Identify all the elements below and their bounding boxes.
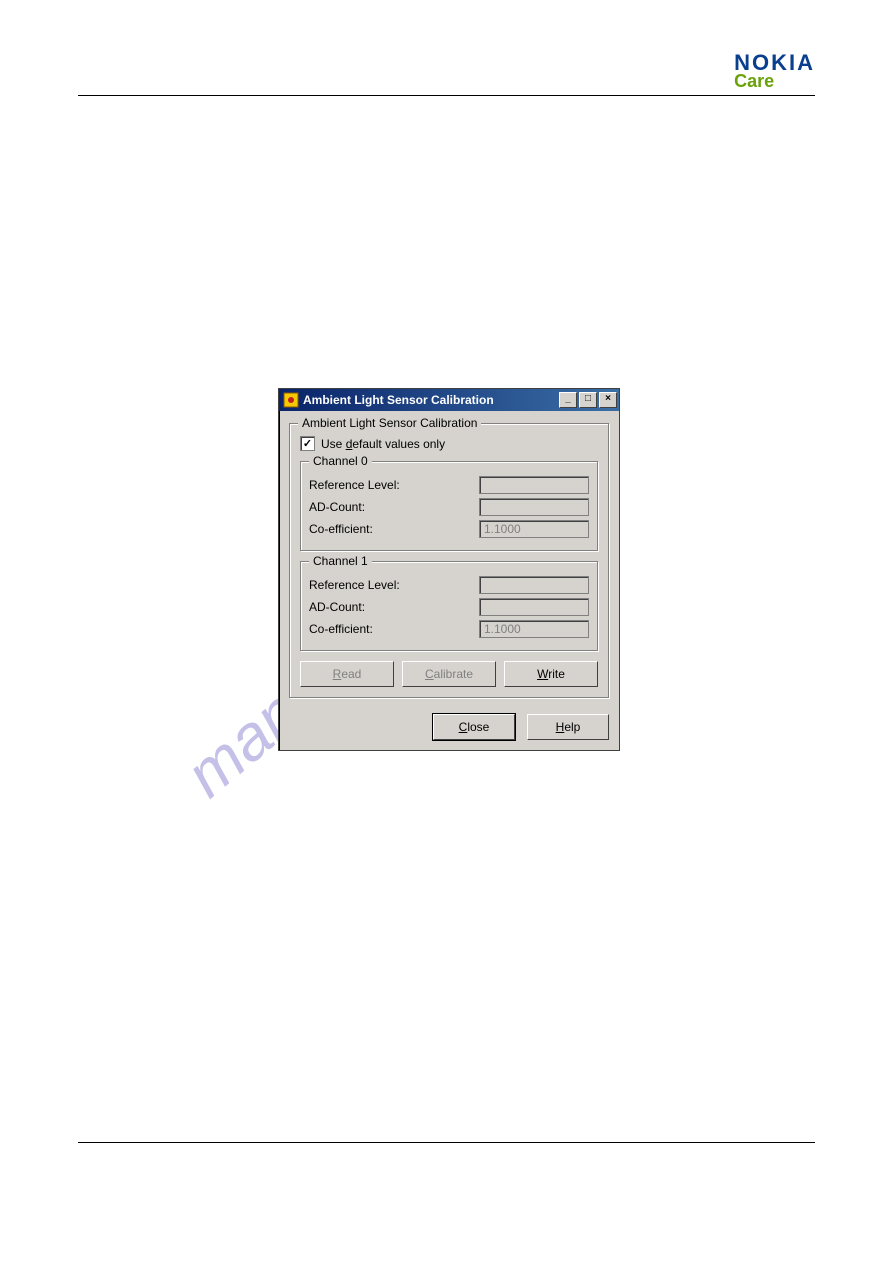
app-icon (283, 392, 299, 408)
close-button[interactable]: × (599, 392, 617, 408)
header-rule (78, 95, 815, 96)
dialog-window: Ambient Light Sensor Calibration _ □ × A… (278, 388, 620, 751)
title-bar[interactable]: Ambient Light Sensor Calibration _ □ × (279, 389, 619, 411)
close-dialog-button[interactable]: Close (433, 714, 515, 740)
ch1-reference-row: Reference Level: (309, 576, 589, 594)
channel-0-legend: Channel 0 (309, 454, 372, 468)
use-default-checkbox[interactable]: ✓ Use default values only (300, 436, 598, 451)
ch1-reference-label: Reference Level: (309, 578, 400, 592)
calibration-group: Ambient Light Sensor Calibration ✓ Use d… (289, 423, 609, 698)
minimize-button[interactable]: _ (559, 392, 577, 408)
brand-logo: NOKIA Care (734, 52, 815, 90)
write-button[interactable]: Write (504, 661, 598, 687)
calibrate-button[interactable]: Calibrate (402, 661, 496, 687)
ch0-adcount-label: AD-Count: (309, 500, 365, 514)
ch0-coefficient-row: Co-efficient: 1.1000 (309, 520, 589, 538)
ch1-coefficient-input[interactable]: 1.1000 (479, 620, 589, 638)
ch0-reference-input[interactable] (479, 476, 589, 494)
channel-0-group: Channel 0 Reference Level: AD-Count: Co-… (300, 461, 598, 551)
channel-1-legend: Channel 1 (309, 554, 372, 568)
footer-rule (78, 1142, 815, 1143)
checkbox-label: Use default values only (321, 437, 445, 451)
ch0-reference-row: Reference Level: (309, 476, 589, 494)
ch1-coefficient-row: Co-efficient: 1.1000 (309, 620, 589, 638)
dialog-footer: Close Help (289, 714, 609, 740)
ch1-coefficient-label: Co-efficient: (309, 622, 373, 636)
ch0-adcount-row: AD-Count: (309, 498, 589, 516)
calibration-group-legend: Ambient Light Sensor Calibration (298, 416, 481, 430)
client-area: Ambient Light Sensor Calibration ✓ Use d… (279, 411, 619, 750)
ch0-adcount-input[interactable] (479, 498, 589, 516)
ch0-reference-label: Reference Level: (309, 478, 400, 492)
ch1-adcount-row: AD-Count: (309, 598, 589, 616)
ch0-coefficient-label: Co-efficient: (309, 522, 373, 536)
window-buttons: _ □ × (559, 392, 617, 408)
ch1-reference-input[interactable] (479, 576, 589, 594)
action-button-row: Read Calibrate Write (300, 661, 598, 687)
read-button[interactable]: Read (300, 661, 394, 687)
ch0-coefficient-input[interactable]: 1.1000 (479, 520, 589, 538)
ch1-adcount-label: AD-Count: (309, 600, 365, 614)
channel-1-group: Channel 1 Reference Level: AD-Count: Co-… (300, 561, 598, 651)
window-title: Ambient Light Sensor Calibration (303, 393, 559, 407)
help-button[interactable]: Help (527, 714, 609, 740)
maximize-button[interactable]: □ (579, 392, 597, 408)
checkmark-icon: ✓ (300, 436, 315, 451)
ch1-adcount-input[interactable] (479, 598, 589, 616)
page-root: NOKIA Care manualshive.com Ambient Light… (0, 0, 893, 1263)
